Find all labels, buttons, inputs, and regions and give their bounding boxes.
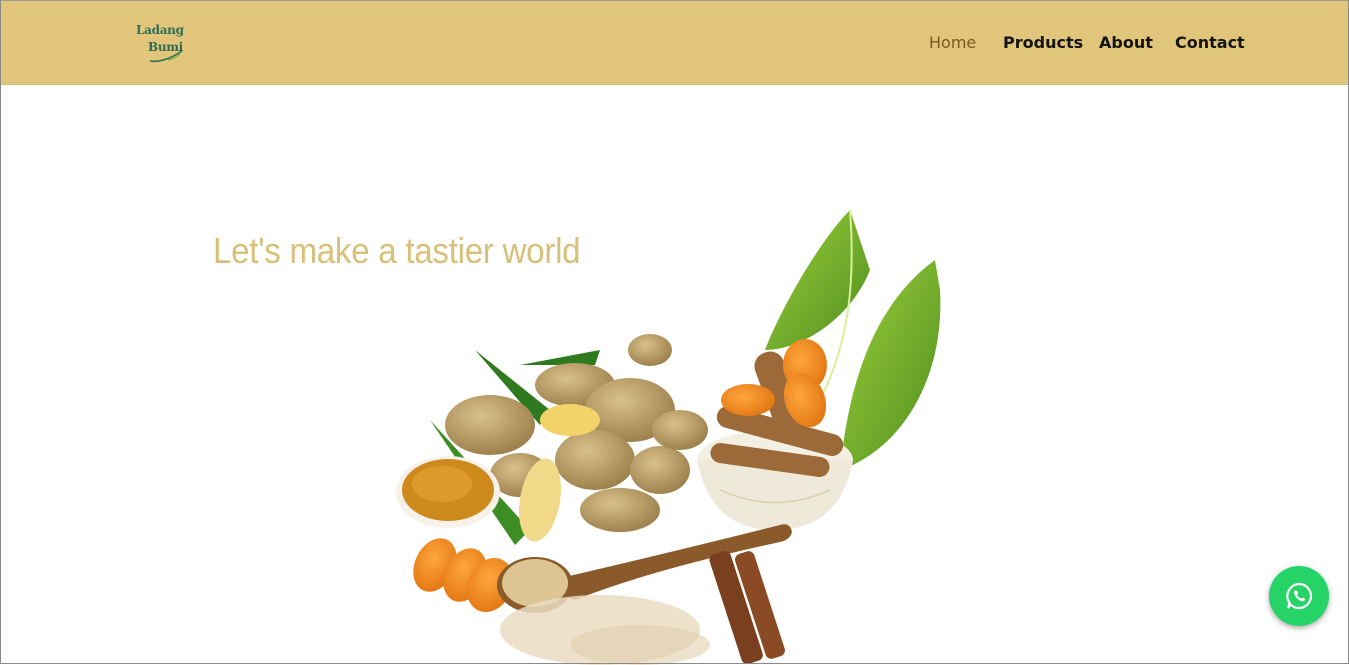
navbar: Ladang Bumi Home Products About Contact	[0, 0, 1349, 85]
whatsapp-icon	[1286, 582, 1313, 610]
nav-about-link[interactable]: About	[1099, 33, 1153, 52]
nav-contact-link[interactable]: Contact	[1175, 33, 1245, 52]
spices-hero-image	[396, 209, 941, 665]
nav-products-link[interactable]: Products	[1003, 33, 1083, 52]
whatsapp-button[interactable]	[1269, 566, 1329, 626]
nav-home-link[interactable]: Home	[929, 33, 976, 52]
nav-menu: Home Products About Contact	[0, 33, 1349, 55]
